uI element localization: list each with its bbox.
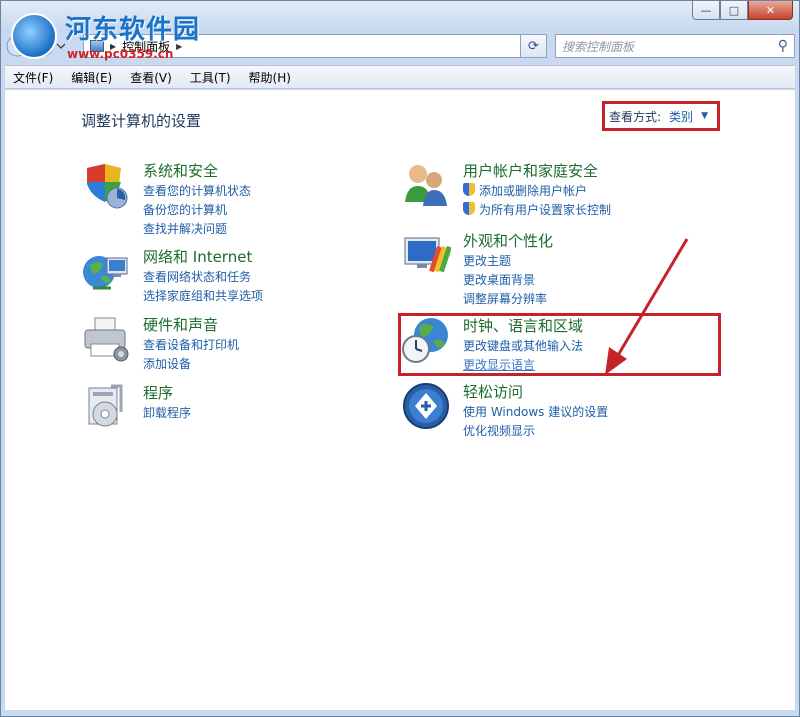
- category-title[interactable]: 轻松访问: [463, 381, 523, 402]
- watermark-logo-icon: [11, 13, 57, 59]
- search-input[interactable]: 搜索控制面板: [562, 38, 634, 55]
- category-network: 网络和 Internet 查看网络状态和任务 选择家庭组和共享选项: [81, 246, 381, 306]
- watermark: 河东软件园 www.pc0359.cn: [7, 3, 207, 65]
- view-by-label: 查看方式:: [609, 109, 662, 124]
- maximize-button[interactable]: □: [720, 1, 748, 20]
- link-backup-computer[interactable]: 备份您的计算机: [143, 201, 227, 218]
- link-add-device[interactable]: 添加设备: [143, 355, 191, 372]
- category-programs: 程序 卸载程序: [81, 382, 381, 432]
- caret-down-icon[interactable]: ▼: [701, 111, 708, 121]
- control-panel-window: — □ ✕ 河东软件园 www.pc0359.cn ▶ 控制面板 ▶ ⟳ 搜索控…: [0, 0, 800, 717]
- category-title[interactable]: 硬件和声音: [143, 314, 218, 335]
- category-system-security: 系统和安全 查看您的计算机状态 备份您的计算机 查找并解决问题: [81, 160, 381, 236]
- watermark-url: www.pc0359.cn: [67, 47, 174, 61]
- link-label[interactable]: 为所有用户设置家长控制: [479, 203, 611, 217]
- link-add-remove-users[interactable]: 添加或删除用户帐户: [463, 182, 587, 199]
- minimize-button[interactable]: —: [692, 1, 720, 20]
- close-button[interactable]: ✕: [748, 1, 793, 20]
- link-parental-controls[interactable]: 为所有用户设置家长控制: [463, 201, 611, 218]
- category-ease-of-access: 轻松访问 使用 Windows 建议的设置 优化视频显示: [401, 381, 731, 438]
- link-view-computer-status[interactable]: 查看您的计算机状态: [143, 182, 251, 199]
- programs-icon: [88, 384, 123, 427]
- uac-shield-icon: [463, 202, 475, 215]
- view-by-control[interactable]: 查看方式: 类别 ▼: [602, 101, 720, 131]
- category-title[interactable]: 系统和安全: [143, 160, 218, 181]
- ease-of-access-icon: [403, 383, 449, 429]
- menu-bar: 文件(F) 编辑(E) 查看(V) 工具(T) 帮助(H): [5, 65, 795, 89]
- link-optimize-display[interactable]: 优化视频显示: [463, 422, 535, 439]
- page-title: 调整计算机的设置: [81, 112, 202, 130]
- view-by-value[interactable]: 类别: [669, 108, 693, 125]
- category-title[interactable]: 网络和 Internet: [143, 246, 252, 267]
- refresh-button[interactable]: ⟳: [521, 34, 547, 58]
- printer-icon: [84, 317, 129, 362]
- link-desktop-background[interactable]: 更改桌面背景: [463, 271, 535, 288]
- refresh-icon: ⟳: [528, 38, 539, 54]
- search-box[interactable]: 搜索控制面板 ⚲: [555, 34, 795, 58]
- watermark-title: 河东软件园: [65, 15, 201, 45]
- security-shield-icon: [87, 164, 128, 209]
- menu-edit[interactable]: 编辑(E): [71, 69, 112, 86]
- category-user-accounts: 用户帐户和家庭安全 添加或删除用户帐户 为所有用户设置家长控制: [401, 160, 731, 220]
- menu-tools[interactable]: 工具(T): [190, 69, 231, 86]
- category-title[interactable]: 用户帐户和家庭安全: [463, 160, 598, 181]
- link-network-status[interactable]: 查看网络状态和任务: [143, 268, 251, 285]
- content-area: 调整计算机的设置 查看方式: 类别 ▼ 系统和安全 查看您的计算机状态 备份您的…: [5, 90, 795, 710]
- appearance-monitor-icon: [404, 237, 451, 273]
- link-screen-resolution[interactable]: 调整屏幕分辨率: [463, 290, 547, 307]
- link-label[interactable]: 添加或删除用户帐户: [479, 184, 587, 198]
- red-arrow-annotation: [605, 238, 689, 375]
- menu-file[interactable]: 文件(F): [13, 69, 53, 86]
- uac-shield-icon: [463, 183, 475, 196]
- link-homegroup[interactable]: 选择家庭组和共享选项: [143, 287, 263, 304]
- link-change-theme[interactable]: 更改主题: [463, 252, 511, 269]
- link-devices-printers[interactable]: 查看设备和打印机: [143, 336, 239, 353]
- menu-view[interactable]: 查看(V): [130, 69, 172, 86]
- users-icon: [405, 165, 447, 206]
- category-title[interactable]: 程序: [143, 382, 173, 403]
- menu-help[interactable]: 帮助(H): [249, 69, 291, 86]
- window-controls: — □ ✕: [692, 1, 793, 21]
- link-uninstall-program[interactable]: 卸载程序: [143, 404, 191, 421]
- link-troubleshoot[interactable]: 查找并解决问题: [143, 220, 227, 237]
- category-title[interactable]: 外观和个性化: [463, 230, 553, 251]
- search-icon[interactable]: ⚲: [778, 38, 788, 54]
- link-recommended-settings[interactable]: 使用 Windows 建议的设置: [463, 403, 608, 420]
- network-globe-icon: [83, 256, 128, 290]
- category-hardware-sound: 硬件和声音 查看设备和打印机 添加设备: [81, 314, 381, 371]
